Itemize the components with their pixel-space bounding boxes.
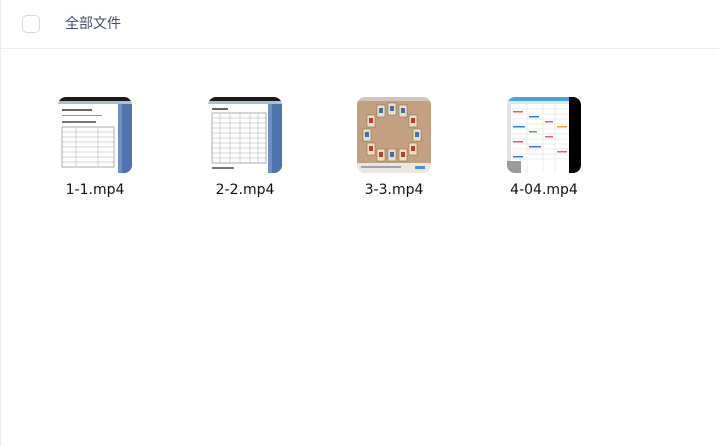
file-item-2[interactable]: 2-2.mp4	[190, 97, 300, 207]
file-name[interactable]: 1-1.mp4	[40, 181, 150, 199]
video-thumbnail	[208, 97, 282, 173]
file-name[interactable]: 3-3.mp4	[339, 181, 449, 199]
video-thumbnail	[357, 97, 431, 173]
file-item-4[interactable]: 4-04.mp4	[489, 97, 599, 207]
file-item-1[interactable]: 1-1.mp4	[40, 97, 150, 207]
file-name[interactable]: 4-04.mp4	[489, 181, 599, 199]
select-all-checkbox[interactable]	[22, 15, 40, 33]
file-item-3[interactable]: 3-3.mp4	[339, 97, 449, 207]
file-list-header: 全部文件	[1, 0, 719, 49]
video-thumbnail	[58, 97, 132, 173]
page-title: 全部文件	[65, 16, 121, 32]
file-name[interactable]: 2-2.mp4	[190, 181, 300, 199]
video-thumbnail	[507, 97, 581, 173]
file-browser: 全部文件 1-1.mp4 2-2.mp4 3-3.mp4 4-04.mp4	[0, 0, 719, 446]
